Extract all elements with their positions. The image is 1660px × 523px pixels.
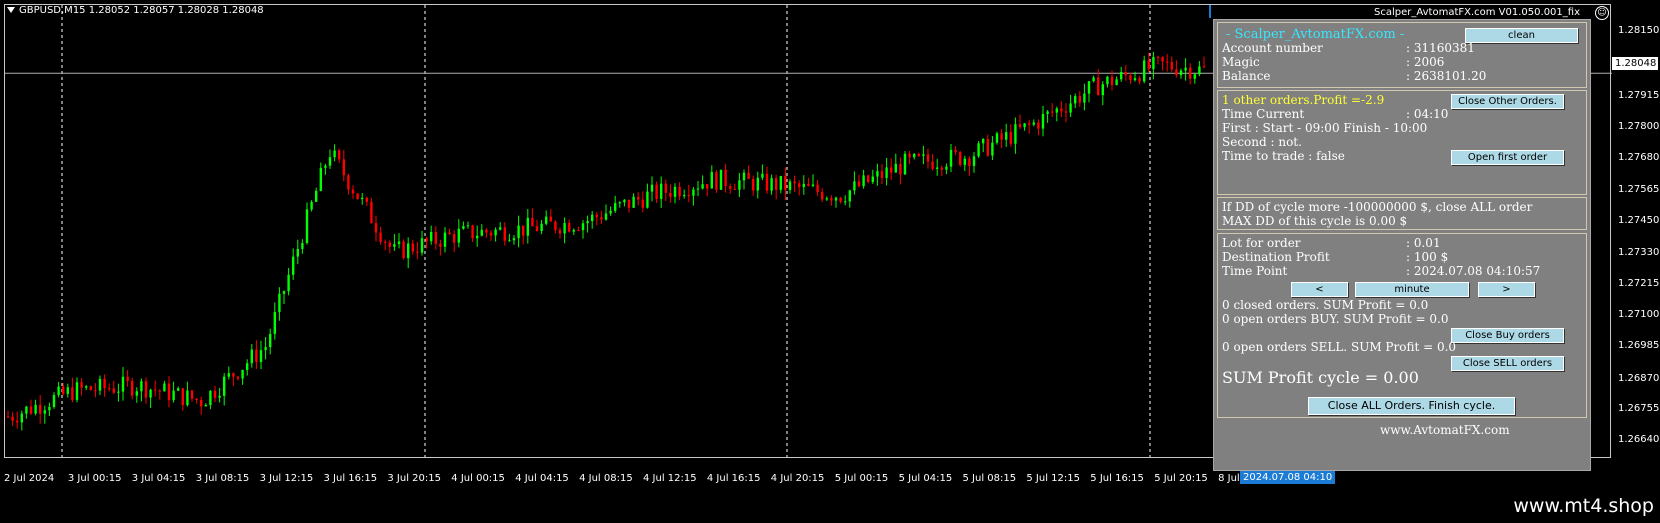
price-tick-label: 1.26755 <box>1618 403 1660 414</box>
time-tick-label: 4 Jul 20:15 <box>770 473 825 484</box>
first-session-text: First : Start - 09:00 Finish - 10:00 <box>1222 121 1428 135</box>
other-orders-text: 1 other orders.Profit =-2.9 <box>1222 93 1385 107</box>
destination-profit-label: Destination Profit <box>1222 250 1330 264</box>
price-tick-label: 1.26640 <box>1618 434 1660 445</box>
account-label: Account number <box>1222 41 1323 55</box>
time-point-value: : 2024.07.08 04:10:57 <box>1406 264 1541 278</box>
time-prev-button[interactable]: < <box>1291 282 1348 297</box>
time-point-label: Time Point <box>1222 264 1288 278</box>
time-tick-label: 5 Jul 08:15 <box>962 473 1017 484</box>
time-tick-label: 3 Jul 04:15 <box>131 473 186 484</box>
smiley-icon[interactable]: ☺ <box>1595 6 1609 20</box>
second-session-text: Second : not. <box>1222 135 1302 149</box>
price-tick-label: 1.27215 <box>1618 278 1660 289</box>
time-tick-label: 5 Jul 00:15 <box>834 473 889 484</box>
collapse-triangle-icon[interactable] <box>7 7 15 13</box>
open-first-order-button[interactable]: Open first order <box>1451 150 1564 165</box>
time-tick-label: 5 Jul 16:15 <box>1090 473 1144 484</box>
time-tick-label: 2 Jul 2024 <box>4 473 55 484</box>
magic-value: : 2006 <box>1406 55 1445 69</box>
lot-label: Lot for order <box>1222 236 1301 250</box>
ea-panel: - Scalper_AvtomatFX.com - clean Account … <box>1213 19 1591 471</box>
avtomatfx-site-link[interactable]: www.AvtomatFX.com <box>1380 423 1510 437</box>
time-current-value: : 04:10 <box>1406 107 1449 121</box>
current-price-label: 1.28048 <box>1612 57 1658 70</box>
time-tick-label: 5 Jul 20:15 <box>1154 473 1208 484</box>
account-value: : 31160381 <box>1406 41 1475 55</box>
account-section: - Scalper_AvtomatFX.com - clean Account … <box>1217 22 1587 88</box>
time-tick-label: 3 Jul 12:15 <box>259 473 314 484</box>
price-tick-label: 1.26870 <box>1618 373 1660 384</box>
clean-button[interactable]: clean <box>1465 28 1578 43</box>
price-tick-label: 1.27100 <box>1618 309 1660 320</box>
max-dd-text: MAX DD of this cycle is 0.00 $ <box>1222 214 1408 228</box>
time-axis-highlight: 2024.07.08 04:10 <box>1240 471 1336 484</box>
price-tick-label: 1.27450 <box>1618 215 1660 226</box>
price-tick-label: 1.27330 <box>1618 247 1660 258</box>
time-tick-label: 4 Jul 12:15 <box>643 473 697 484</box>
close-all-orders-button[interactable]: Close ALL Orders. Finish cycle. <box>1308 397 1515 415</box>
magic-label: Magic <box>1222 55 1260 69</box>
closed-orders-text: 0 closed orders. SUM Profit = 0.0 <box>1222 298 1429 312</box>
price-tick-label: 1.26985 <box>1618 340 1660 351</box>
open-sell-text: 0 open orders SELL. SUM Profit = 0.0 <box>1222 340 1457 354</box>
time-tick-label: 4 Jul 08:15 <box>579 473 633 484</box>
price-tick-label: 1.27680 <box>1618 152 1660 163</box>
schedule-section: 1 other orders.Profit =-2.9 Close Other … <box>1217 90 1587 195</box>
symbol-info-text: GBPUSD,M15 1.28052 1.28057 1.28028 1.280… <box>19 5 264 16</box>
time-tick-label: 3 Jul 20:15 <box>387 473 441 484</box>
time-next-button[interactable]: > <box>1478 282 1535 297</box>
footer-brand: www.mt4.shop <box>1513 495 1654 517</box>
panel-title: - Scalper_AvtomatFX.com - <box>1226 27 1405 42</box>
time-tick-label: 4 Jul 16:15 <box>706 473 761 484</box>
time-tick-label: 5 Jul 04:15 <box>898 473 953 484</box>
open-buy-text: 0 open orders BUY. SUM Profit = 0.0 <box>1222 312 1449 326</box>
price-tick-label: 1.27800 <box>1618 121 1660 132</box>
balance-value: : 2638101.20 <box>1406 69 1487 83</box>
balance-label: Balance <box>1222 69 1271 83</box>
footer-bar: www.mt4.shop <box>0 490 1660 523</box>
time-tick-label: 8 Jul <box>1218 473 1240 484</box>
orders-section: Lot for order : 0.01 Destination Profit … <box>1217 233 1587 418</box>
symbol-info: GBPUSD,M15 1.28052 1.28057 1.28028 1.280… <box>7 5 264 16</box>
close-other-orders-button[interactable]: Close Other Orders. <box>1451 94 1564 109</box>
drawdown-section: If DD of cycle more -100000000 $, close … <box>1217 197 1587 230</box>
time-tick-label: 3 Jul 00:15 <box>67 473 122 484</box>
time-tick-label: 3 Jul 08:15 <box>195 473 250 484</box>
time-tick-label: 3 Jul 16:15 <box>323 473 378 484</box>
time-tick-label: 4 Jul 00:15 <box>451 473 505 484</box>
time-current-label: Time Current <box>1222 107 1305 121</box>
sum-profit-cycle: SUM Profit cycle = 0.00 <box>1222 368 1419 387</box>
price-tick-label: 1.27915 <box>1618 90 1660 101</box>
dd-limit-text: If DD of cycle more -100000000 $, close … <box>1222 200 1533 214</box>
time-tick-label: 4 Jul 04:15 <box>515 473 569 484</box>
time-unit-button[interactable]: minute <box>1355 282 1469 297</box>
destination-profit-value: : 100 $ <box>1406 250 1449 264</box>
time-tick-label: 5 Jul 12:15 <box>1026 473 1080 484</box>
close-buy-orders-button[interactable]: Close Buy orders <box>1451 328 1564 343</box>
price-tick-label: 1.27565 <box>1618 184 1660 195</box>
lot-value: : 0.01 <box>1406 236 1441 250</box>
close-sell-orders-button[interactable]: Close SELL orders <box>1451 356 1564 371</box>
time-to-trade-text: Time to trade : false <box>1222 149 1345 163</box>
ea-title: Scalper_AvtomatFX.com V01.050.001_fix <box>1374 7 1580 18</box>
price-tick-label: 1.28150 <box>1618 25 1660 36</box>
chart-window[interactable]: GBPUSD,M15 1.28052 1.28057 1.28028 1.280… <box>0 0 1660 490</box>
